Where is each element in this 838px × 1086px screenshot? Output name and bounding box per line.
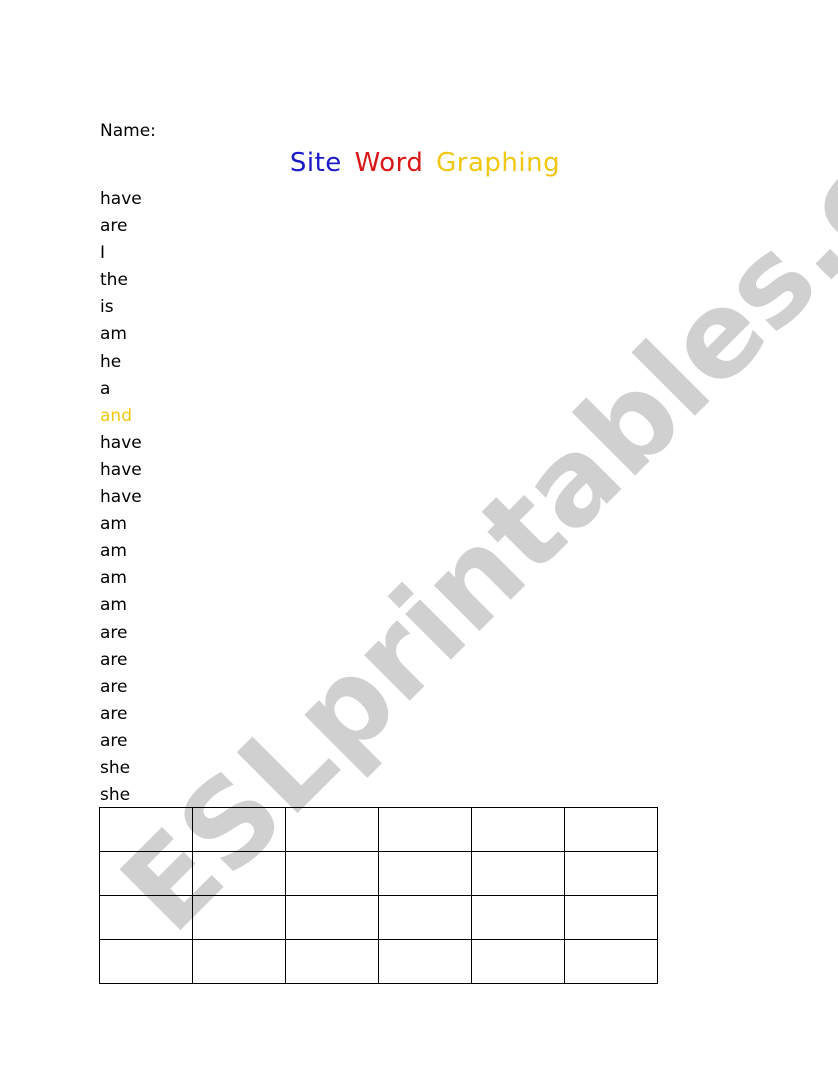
grid-cell [285, 895, 379, 940]
graph-grid [99, 807, 658, 984]
grid-row [99, 939, 658, 984]
grid-cell [378, 939, 472, 984]
grid-cell [99, 851, 193, 896]
word-item: he [100, 351, 122, 372]
grid-cell [564, 939, 658, 984]
word-item: have [100, 459, 142, 480]
title-part-word: Word [354, 148, 424, 178]
grid-cell [471, 939, 565, 984]
word-item: am [100, 514, 127, 535]
word-item: I [100, 243, 106, 264]
grid-row [99, 851, 658, 896]
grid-cell [285, 807, 379, 852]
word-item: are [100, 622, 128, 643]
word-item: she [100, 785, 131, 806]
grid-cell [285, 851, 379, 896]
page-title: Site Word Graphing [0, 148, 838, 178]
grid-cell [285, 939, 379, 984]
word-list: have are Ithe is am he a and have have have am am am a… [100, 186, 142, 809]
grid-cell [99, 895, 193, 940]
word-item: have [100, 487, 142, 508]
word-item: are [100, 703, 128, 724]
grid-cell [564, 807, 658, 852]
grid-cell [378, 807, 472, 852]
word-item: have [100, 432, 142, 453]
grid-row [99, 895, 658, 940]
title-part-site: Site [289, 148, 342, 178]
grid-cell [192, 939, 286, 984]
word-item: am [100, 541, 127, 562]
word-item: a [100, 378, 111, 399]
word-item: are [100, 216, 128, 237]
word-item: am [100, 568, 127, 589]
grid-cell [564, 895, 658, 940]
word-item: are [100, 730, 128, 751]
grid-cell [192, 851, 286, 896]
grid-cell [564, 851, 658, 896]
grid-cell [471, 851, 565, 896]
word-item: am [100, 595, 127, 616]
title-part-graphing: Graphing [436, 148, 561, 178]
grid-cell [99, 807, 193, 852]
grid-cell [99, 939, 193, 984]
grid-cell [471, 895, 565, 940]
word-item: she [100, 757, 131, 778]
grid-cell [471, 807, 565, 852]
word-item: are [100, 676, 128, 697]
word-item: am [100, 324, 127, 345]
word-item: the [100, 270, 128, 291]
name-label: Name: [100, 121, 156, 141]
grid-cell [378, 851, 472, 896]
word-item: have [100, 189, 142, 209]
grid-cell [192, 895, 286, 940]
word-item: are [100, 649, 128, 670]
word-item: is [100, 297, 114, 318]
grid-cell [378, 895, 472, 940]
grid-row [99, 807, 658, 852]
grid-cell [192, 807, 286, 852]
word-item: and [100, 405, 132, 426]
